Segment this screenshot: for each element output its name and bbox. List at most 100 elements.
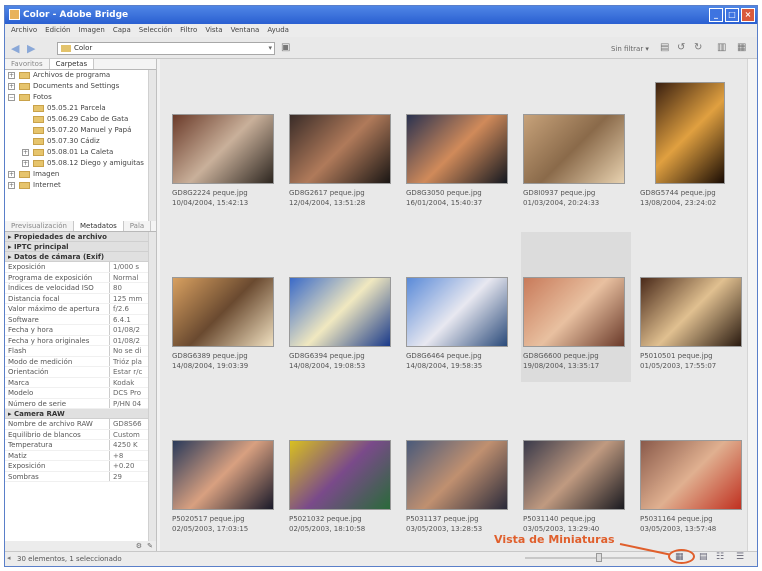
thumbnail-item[interactable]: P5031137 peque.jpg 03/05/2003, 13:28:53 — [404, 395, 514, 545]
thumbnail-image[interactable] — [172, 277, 274, 347]
metadata-section-header[interactable]: ▸ Propiedades de archivo — [5, 232, 156, 242]
thumbnail-image[interactable] — [523, 114, 625, 184]
thumbnail-image[interactable] — [523, 277, 625, 347]
thumbnail-image[interactable] — [406, 277, 508, 347]
folder-scrollbar[interactable] — [148, 70, 156, 221]
metadata-key: Fecha y hora — [8, 326, 54, 334]
expand-icon[interactable]: + — [22, 149, 29, 156]
forward-arrow-icon[interactable]: ▶ — [27, 42, 35, 55]
thumbnail-image[interactable] — [289, 440, 391, 510]
filter-dropdown[interactable]: Sin filtrar ▾ — [611, 45, 649, 53]
menu-item[interactable]: Capa — [113, 24, 131, 37]
versions-view-icon[interactable]: ☰ — [736, 552, 744, 562]
folder-item[interactable]: 05.05.21 Parcela — [5, 103, 156, 114]
thumbnail-item[interactable]: GD8G2617 peque.jpg 12/04/2004, 13:51:28 — [287, 69, 397, 219]
folder-item[interactable]: 05.07.30 Cádiz — [5, 136, 156, 147]
folder-item[interactable]: +05.08.01 La Caleta — [5, 147, 156, 158]
back-arrow-icon[interactable]: ◀ — [11, 42, 19, 55]
panel-toggle-icon[interactable]: ◂ — [7, 554, 11, 562]
metadata-section-header[interactable]: ▸ Datos de cámara (Exif) — [5, 252, 156, 262]
expand-icon[interactable]: + — [8, 83, 15, 90]
expand-icon[interactable]: + — [22, 160, 29, 167]
slider-knob[interactable] — [596, 553, 602, 562]
thumbnail-date: 19/08/2004, 13:35:17 — [523, 362, 600, 370]
close-button[interactable]: × — [741, 8, 755, 22]
folder-label: Internet — [33, 181, 61, 189]
thumbnail-image[interactable] — [523, 440, 625, 510]
menu-item[interactable]: Filtro — [180, 24, 197, 37]
folder-item[interactable]: + Imagen — [5, 169, 156, 180]
thumbnail-date: 02/05/2003, 17:03:15 — [172, 525, 249, 533]
expand-icon[interactable]: + — [8, 182, 15, 189]
expand-icon[interactable]: + — [8, 171, 15, 178]
delete-icon[interactable]: ▥ — [717, 42, 726, 53]
new-folder-icon[interactable]: ▤ — [660, 42, 669, 53]
rotate-right-icon[interactable]: ↻ — [694, 42, 702, 53]
folder-item[interactable]: + Documents and Settings — [5, 81, 156, 92]
folder-item[interactable]: 05.06.29 Cabo de Gata — [5, 114, 156, 125]
tab-metadata[interactable]: Metadatos — [73, 221, 124, 231]
thumbnail-image[interactable] — [172, 440, 274, 510]
metadata-scrollbar[interactable] — [148, 232, 156, 552]
thumbnail-image[interactable] — [289, 114, 391, 184]
minimize-button[interactable]: _ — [709, 8, 723, 22]
thumbnail-date: 10/04/2004, 15:42:13 — [172, 199, 249, 207]
thumbnail-item[interactable]: GD8G5744 peque.jpg 13/08/2004, 23:24:02 — [638, 69, 748, 219]
thumbnail-image[interactable] — [406, 114, 508, 184]
tab-folders[interactable]: Carpetas — [49, 59, 95, 69]
rotate-left-icon[interactable]: ↺ — [677, 42, 685, 53]
thumbnail-item[interactable]: GD8G6389 peque.jpg 14/08/2004, 19:03:39 — [170, 232, 280, 382]
thumbnail-item[interactable]: GD8G2224 peque.jpg 10/04/2004, 15:42:13 — [170, 69, 280, 219]
thumbnail-image[interactable] — [640, 277, 742, 347]
menu-item[interactable]: Vista — [205, 24, 222, 37]
settings-icon[interactable]: ⚙ — [136, 542, 142, 550]
collapse-icon[interactable]: − — [8, 94, 15, 101]
thumbnail-size-slider[interactable] — [525, 557, 655, 559]
thumbnail-image[interactable] — [172, 114, 274, 184]
folder-item[interactable]: + Internet — [5, 180, 156, 191]
expand-icon[interactable]: + — [8, 72, 15, 79]
filmstrip-view-icon[interactable]: ▤ — [699, 552, 708, 562]
metadata-section-header[interactable]: ▸ Camera RAW — [5, 409, 156, 419]
menu-item[interactable]: Imagen — [79, 24, 105, 37]
compact-mode-icon[interactable]: ▦ — [737, 42, 746, 53]
thumbnail-item[interactable]: P5021032 peque.jpg 02/05/2003, 18:10:58 — [287, 395, 397, 545]
thumbnail-item[interactable]: P5010501 peque.jpg 01/05/2003, 17:55:07 — [638, 232, 748, 382]
menu-item[interactable]: Ayuda — [267, 24, 289, 37]
path-dropdown[interactable]: Color ▾ — [57, 42, 275, 55]
thumbnail-item[interactable]: P5020517 peque.jpg 02/05/2003, 17:03:15 — [170, 395, 280, 545]
folder-item[interactable]: − Fotos — [5, 92, 156, 103]
folder-item[interactable]: +05.08.12 Diego y amiguitas — [5, 158, 156, 169]
tab-preview[interactable]: Previsualización — [5, 221, 74, 231]
thumbnail-item[interactable]: P5031140 peque.jpg 03/05/2003, 13:29:40 — [521, 395, 631, 545]
edit-icon[interactable]: ✎ — [147, 542, 153, 550]
details-view-icon[interactable]: ☷ — [716, 552, 724, 562]
menu-item[interactable]: Archivo — [11, 24, 37, 37]
thumbnail-filename: P5031140 peque.jpg — [523, 515, 596, 523]
metadata-section-header[interactable]: ▸ IPTC principal — [5, 242, 156, 252]
thumbnail-item[interactable]: GD8G6394 peque.jpg 14/08/2004, 19:08:53 — [287, 232, 397, 382]
browse-icon[interactable]: ▣ — [281, 42, 290, 53]
tab-favorites[interactable]: Favoritos — [5, 59, 50, 69]
menu-item[interactable]: Selección — [139, 24, 172, 37]
thumbnail-item[interactable]: GD8G3050 peque.jpg 16/01/2004, 15:40:37 — [404, 69, 514, 219]
thumbnail-filename: GD8G2224 peque.jpg — [172, 189, 248, 197]
menu-item[interactable]: Edición — [45, 24, 70, 37]
tab-keywords[interactable]: Pala — [124, 221, 152, 231]
thumbnail-item[interactable]: P5031164 peque.jpg 03/05/2003, 13:57:48 — [638, 395, 748, 545]
thumbnail-item[interactable]: GD8G6600 peque.jpg 19/08/2004, 13:35:17 — [521, 232, 631, 382]
maximize-button[interactable]: □ — [725, 8, 739, 22]
thumbnail-item[interactable]: GD8G6464 peque.jpg 14/08/2004, 19:58:35 — [404, 232, 514, 382]
folder-item[interactable]: 05.07.20 Manuel y Papá — [5, 125, 156, 136]
metadata-row: Fecha y hora 01/08/2 — [5, 325, 156, 336]
thumbnail-image[interactable] — [640, 440, 742, 510]
folder-item[interactable]: + Archivos de programa — [5, 70, 156, 81]
folder-label: 05.05.21 Parcela — [47, 104, 106, 112]
content-scrollbar[interactable] — [747, 59, 757, 553]
thumbnail-image[interactable] — [406, 440, 508, 510]
thumbnail-item[interactable]: GD8I0937 peque.jpg 01/03/2004, 20:24:33 — [521, 69, 631, 219]
menu-item[interactable]: Ventana — [231, 24, 260, 37]
thumbnail-image[interactable] — [289, 277, 391, 347]
thumbnail-image[interactable] — [655, 82, 725, 184]
metadata-value: No se di — [109, 346, 149, 356]
